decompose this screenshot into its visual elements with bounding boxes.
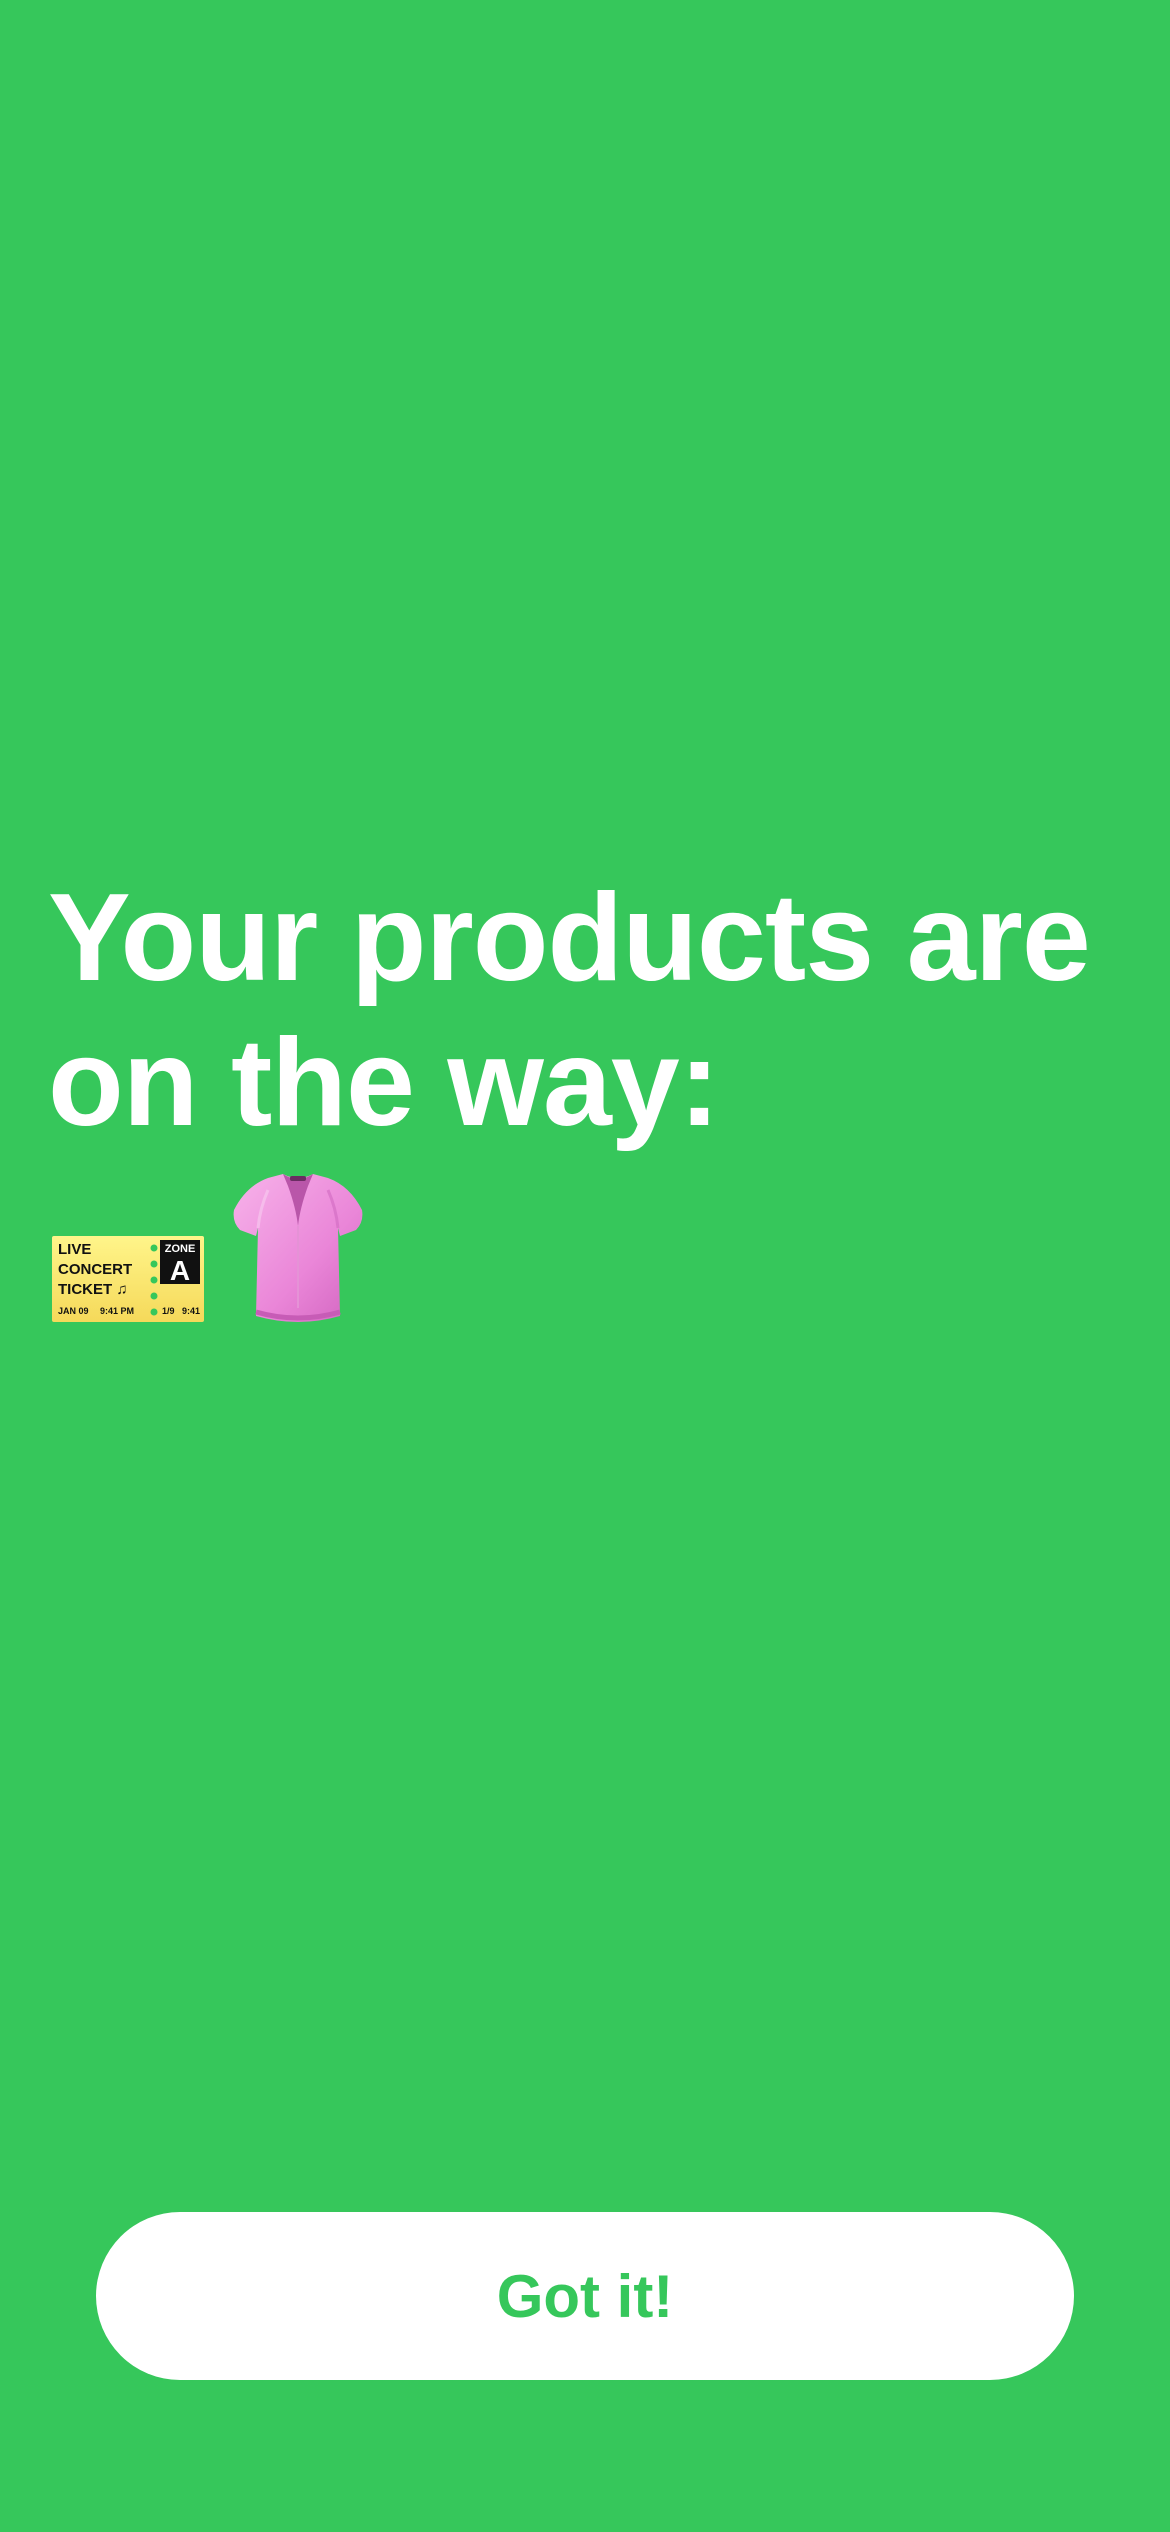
- ticket-zone-value: A: [170, 1255, 190, 1286]
- ticket-line-3: TICKET ♫: [58, 1281, 128, 1298]
- ticket-stub-right: 9:41: [182, 1306, 200, 1316]
- ticket-date: JAN 09: [58, 1306, 89, 1316]
- got-it-button[interactable]: Got it!: [96, 2212, 1074, 2380]
- got-it-button-label: Got it!: [496, 2262, 674, 2330]
- concert-ticket-icon: ZONE A LIVE CONCERT TICKET ♫ JAN 09 9:41…: [48, 1228, 208, 1328]
- order-confirmation-screen: Your products are on the way: ZONE A LIV…: [0, 0, 1170, 2532]
- ticket-line-1: LIVE: [58, 1241, 91, 1258]
- page-title-line-2: on the way:: [48, 1014, 720, 1152]
- ticket-stub-left: 1/9: [162, 1306, 175, 1316]
- page-title: Your products are on the way:: [48, 866, 1128, 1156]
- ticket-zone-label: ZONE: [165, 1243, 196, 1255]
- blouse-icon: [228, 1168, 368, 1328]
- ticket-line-2: CONCERT: [58, 1261, 132, 1278]
- ticket-time: 9:41 PM: [100, 1306, 134, 1316]
- page-title-line-1: Your products are: [48, 869, 1091, 1007]
- product-list: ZONE A LIVE CONCERT TICKET ♫ JAN 09 9:41…: [48, 1168, 368, 1328]
